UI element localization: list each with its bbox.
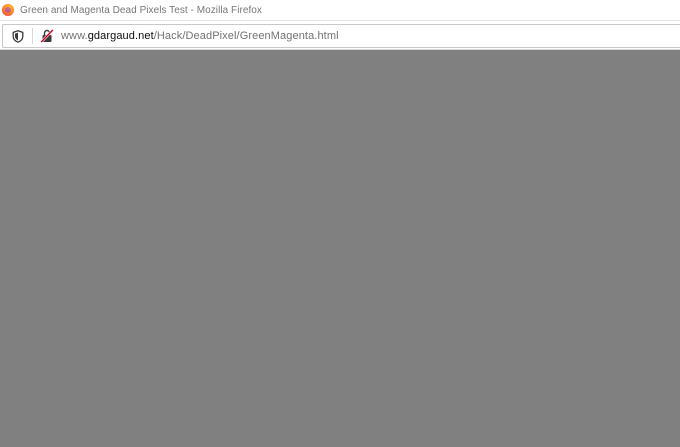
url-prefix: www. <box>61 30 88 42</box>
title-bar: Green and Magenta Dead Pixels Test - Moz… <box>0 0 680 20</box>
address-bar-separator <box>32 28 33 44</box>
page-content-gray-area <box>0 50 680 447</box>
firefox-icon <box>2 4 14 16</box>
url-path: /Hack/DeadPixel/GreenMagenta.html <box>153 30 339 42</box>
browser-window: Green and Magenta Dead Pixels Test - Moz… <box>0 0 680 447</box>
url-domain: gdargaud.net <box>87 30 154 42</box>
url-field[interactable]: www.gdargaud.net/Hack/DeadPixel/GreenMag… <box>61 30 339 42</box>
navigation-bar: www.gdargaud.net/Hack/DeadPixel/GreenMag… <box>0 20 680 50</box>
insecure-connection-icon[interactable] <box>39 28 55 44</box>
shield-icon[interactable] <box>9 27 27 45</box>
window-title: Green and Magenta Dead Pixels Test - Moz… <box>20 4 262 16</box>
address-bar[interactable]: www.gdargaud.net/Hack/DeadPixel/GreenMag… <box>2 24 680 48</box>
